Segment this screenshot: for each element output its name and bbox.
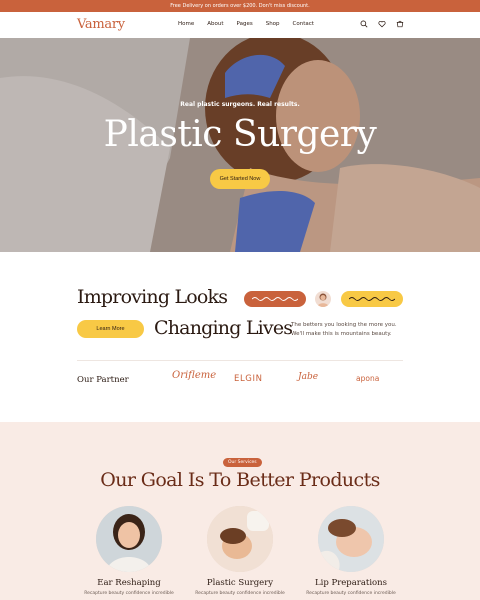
improve-tagline: The betters you looking the more you. We… — [291, 322, 397, 337]
service-card-ear-reshaping[interactable]: Ear Reshaping Recapture beauty confidenc… — [84, 506, 174, 596]
announcement-bar: Free Delivery on orders over $200. Don't… — [0, 0, 480, 12]
service-image — [318, 506, 384, 572]
partner-logo-elgin[interactable]: ELGIN — [234, 374, 263, 384]
hero-eyebrow: Real plastic surgeons. Real results. — [180, 101, 300, 108]
service-name: Plastic Surgery — [206, 578, 274, 588]
services-section: Our Services Our Goal Is To Better Produ… — [0, 422, 480, 600]
nav-home[interactable]: Home — [178, 21, 194, 27]
nav-shop[interactable]: Shop — [266, 21, 280, 27]
changing-lives-heading: Changing Lives — [154, 317, 293, 339]
get-started-button[interactable]: Get Started Now — [210, 169, 270, 189]
partner-label: Our Partner — [77, 375, 129, 385]
service-desc: Recapture beauty confidence incredible — [195, 591, 285, 596]
search-icon[interactable] — [360, 20, 368, 28]
services-title: Our Goal Is To Better Products — [100, 469, 380, 491]
page: Free Delivery on orders over $200. Don't… — [0, 0, 480, 600]
service-desc: Recapture beauty confidence incredible — [306, 591, 396, 596]
partner-logo-apona[interactable]: apona — [356, 374, 379, 383]
wave-pill-orange — [244, 291, 306, 307]
service-image — [207, 506, 273, 572]
service-desc: Recapture beauty confidence incredible — [84, 591, 174, 596]
heart-icon[interactable] — [378, 20, 386, 28]
main-nav: Home About Pages Shop Contact — [178, 21, 314, 27]
cart-icon[interactable] — [396, 20, 404, 28]
announcement-text: Free Delivery on orders over $200. Don't… — [170, 3, 310, 9]
improve-section: Improving Looks Learn More Changing Live… — [0, 252, 480, 422]
nav-pages[interactable]: Pages — [237, 21, 253, 27]
services-badge: Our Services — [223, 458, 262, 467]
wave-icon — [252, 297, 298, 301]
avatar — [315, 291, 331, 307]
nav-about[interactable]: About — [207, 21, 223, 27]
hero-banner: Real plastic surgeons. Real results. Pla… — [0, 38, 480, 252]
learn-more-button[interactable]: Learn More — [77, 320, 144, 338]
partner-logo-jabe[interactable]: Jabe — [298, 372, 318, 382]
improving-looks-heading: Improving Looks — [77, 286, 228, 308]
nav-contact[interactable]: Contact — [293, 21, 314, 27]
service-name: Ear Reshaping — [97, 578, 161, 588]
service-card-lip-preparations[interactable]: Lip Preparations Recapture beauty confid… — [306, 506, 396, 596]
service-name: Lip Preparations — [314, 578, 388, 588]
header-icons — [360, 20, 404, 28]
divider — [77, 360, 403, 361]
service-image — [96, 506, 162, 572]
site-logo[interactable]: Vamary — [77, 17, 125, 32]
site-header: Vamary Home About Pages Shop Contact — [0, 12, 480, 38]
hero-title: Plastic Surgery — [103, 114, 377, 155]
service-card-plastic-surgery[interactable]: Plastic Surgery Recapture beauty confide… — [195, 506, 285, 596]
wave-icon — [349, 297, 395, 301]
wave-pill-yellow — [341, 291, 403, 307]
partner-logo-orifleme[interactable]: Orifleme — [172, 370, 216, 381]
